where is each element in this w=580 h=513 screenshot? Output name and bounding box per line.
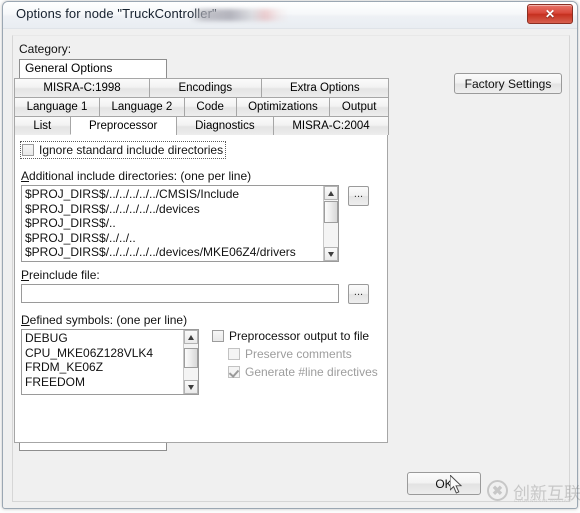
tab-row-2: Language 1 Language 2 Code Optimizations Out… [14,97,390,116]
ok-button[interactable]: OK [407,472,481,495]
preserve-comments-checkbox [228,348,240,360]
tab-language-1[interactable]: Language 1 [14,97,100,116]
defined-symbols-scrollbar[interactable] [183,330,198,394]
scroll-up-button[interactable] [324,186,338,200]
category-label: Category: [19,42,72,56]
tab-preprocessor[interactable]: Preprocessor [69,116,177,135]
preprocessor-output-to-file-row[interactable]: Preprocessor output to file [212,329,369,343]
tab-extra-options[interactable]: Extra Options [260,78,389,97]
include-dir-line[interactable]: $PROJ_DIRS$/.. [25,216,323,231]
preserve-comments-label: Preserve comments [245,347,352,361]
include-dirs-label: Additional include directories: (one per… [21,169,252,183]
tab-output[interactable]: Output [329,97,390,116]
defined-symbol-line[interactable]: FREEDOM [25,375,183,390]
tab-encodings[interactable]: Encodings [149,78,262,97]
tab-misra-c-1998[interactable]: MISRA-C:1998 [14,78,151,97]
symbols-scroll-down-button[interactable] [184,380,198,394]
tab-bar[interactable]: MISRA-C:1998 Encodings Extra Options Langua… [14,78,390,136]
preserve-comments-row: Preserve comments [228,347,352,361]
tab-optimizations[interactable]: Optimizations [235,97,331,116]
scroll-down-button[interactable] [324,247,338,261]
tab-row-1: MISRA-C:1998 Encodings Extra Options [14,78,389,97]
preprocessor-panel: Ignore standard include directories Addi… [14,135,388,443]
ignore-standard-include-row[interactable]: Ignore standard include directories [20,141,227,159]
include-dir-line[interactable]: $PROJ_DIRS$/../../../../../devices [25,202,323,217]
defined-symbol-line[interactable]: DEBUG [25,331,183,346]
tab-list[interactable]: List [14,116,71,135]
tab-diagnostics[interactable]: Diagnostics [175,116,274,135]
factory-settings-button[interactable]: Factory Settings [454,73,562,94]
title-bar: Options for node "TruckController" ✕ [3,2,577,29]
generate-line-directives-label: Generate #line directives [245,365,378,379]
preinclude-label: Preinclude file: [21,268,100,282]
include-dirs-scrollbar[interactable] [323,186,338,261]
tab-row-3: List Preprocessor Diagnostics MISRA-C:2004 [14,116,390,135]
symbols-scrollbar-thumb[interactable] [184,348,198,368]
include-dir-line[interactable]: $PROJ_DIRS$/../../../../../CMSIS/Include [25,187,323,202]
options-dialog-window: Options for node "TruckController" ✕ Cat… [2,1,580,509]
preinclude-browse-button[interactable]: ... [348,284,369,304]
scrollbar-thumb[interactable] [324,201,338,223]
include-dirs-listbox[interactable]: $PROJ_DIRS$/../../../../../CMSIS/Include… [21,185,339,262]
tab-code[interactable]: Code [183,97,237,116]
redacted-title-suffix [191,9,289,21]
close-button[interactable]: ✕ [527,4,573,24]
generate-line-directives-checkbox [228,366,240,378]
include-dir-line[interactable]: $PROJ_DIRS$/../../.. [25,231,323,246]
tab-misra-c-2004[interactable]: MISRA-C:2004 [272,116,390,135]
tab-language-2[interactable]: Language 2 [98,97,185,116]
defined-symbols-listbox[interactable]: DEBUG CPU_MKE06Z128VLK4 FRDM_KE06Z FREEDOM [21,329,199,395]
screenshot-root: Options for node "TruckController" ✕ Cat… [0,0,580,513]
defined-symbol-line[interactable]: CPU_MKE06Z128VLK4 [25,346,183,361]
preinclude-input[interactable] [21,284,339,303]
ignore-standard-include-checkbox[interactable] [22,144,34,156]
preprocessor-output-to-file-label: Preprocessor output to file [229,329,370,343]
ignore-standard-include-label: Ignore standard include directories [39,143,224,157]
preprocessor-output-to-file-checkbox[interactable] [212,330,224,342]
defined-symbol-line[interactable]: FRDM_KE06Z [25,360,183,375]
symbols-scroll-up-button[interactable] [184,330,198,344]
category-item-general-options[interactable]: General Options [20,60,166,76]
generate-line-directives-row: Generate #line directives [228,365,378,379]
include-dir-line[interactable]: $PROJ_DIRS$/../../../../../devices/MKE06… [25,245,323,260]
window-title: Options for node "TruckController" [16,6,217,21]
include-dirs-browse-button[interactable]: ... [348,186,369,206]
defined-symbols-label: Defined symbols: (one per line) [21,313,188,327]
